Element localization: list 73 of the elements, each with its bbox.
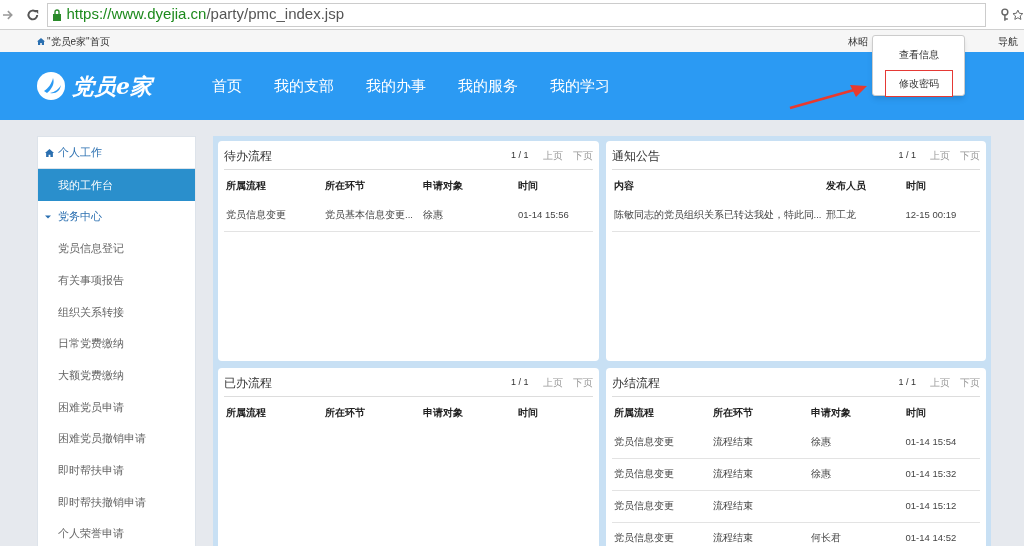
sidebar-section-title[interactable]: 个人工作 xyxy=(58,144,102,161)
table-cell-text: 徐惠 xyxy=(422,208,444,223)
table-cell-text: 徐惠 xyxy=(809,435,832,450)
column-header: 所在环节 xyxy=(324,405,366,420)
menu-item[interactable]: 查看信息 xyxy=(884,46,953,63)
column-header: 时间 xyxy=(904,405,927,420)
table-cell-text: 陈敏同志的党员组织关系已转达我处，特此同... xyxy=(612,208,823,223)
home-icon xyxy=(37,37,45,45)
sidebar-item[interactable]: 日常党费缴纳 xyxy=(38,327,195,360)
table-cell-text: 01-14 15:32 xyxy=(904,467,958,482)
sidebar-item[interactable]: 有关事项报告 xyxy=(38,264,195,297)
address-field[interactable]: https://www.dyejia.cn/party/pmc_index.jsp xyxy=(47,2,986,27)
table-cell-text: 何长君 xyxy=(809,531,842,546)
table-cell-text: 流程结束 xyxy=(711,435,754,450)
sidebar-item[interactable]: 党员信息登记 xyxy=(38,232,195,265)
column-header: 所在环节 xyxy=(324,178,366,193)
page-count: 1 / 1 xyxy=(511,375,529,389)
table-cell-text: 党员信息变更 xyxy=(612,499,675,514)
page-count: 1 / 1 xyxy=(898,148,916,162)
sidebar-item[interactable]: 我的工作台 xyxy=(38,169,195,201)
sidebar-item[interactable]: 组织关系转接 xyxy=(38,296,195,328)
table-cell-text: 01-14 15:12 xyxy=(904,499,958,514)
column-header: 时间 xyxy=(517,178,539,193)
page-count: 1 / 1 xyxy=(511,148,529,162)
sidebar-item[interactable]: 个人荣誉申请 xyxy=(38,517,195,546)
key-icon[interactable] xyxy=(999,7,1010,22)
table-cell-text: 01-14 14:52 xyxy=(904,531,958,546)
table-cell-text: 徐惠 xyxy=(809,467,832,482)
column-header: 所属流程 xyxy=(225,405,267,420)
panel-title: 已办流程 xyxy=(224,374,272,392)
page-count: 1 / 1 xyxy=(898,375,916,389)
table-cell-text: 12-15 00:19 xyxy=(904,208,958,223)
logo-icon xyxy=(36,71,66,101)
table-cell-text: 流程结束 xyxy=(711,499,754,514)
table-cell-text: 党员信息变更 xyxy=(612,467,675,482)
column-header: 内容 xyxy=(612,178,635,193)
forward-icon[interactable] xyxy=(2,8,14,21)
column-header: 申请对象 xyxy=(809,405,852,420)
column-header: 申请对象 xyxy=(422,405,464,420)
lock-icon xyxy=(52,8,63,21)
sidebar-section-title[interactable]: 党务中心 xyxy=(58,208,102,225)
panel-title: 办结流程 xyxy=(611,374,660,392)
table-cell-text: 党员信息变更 xyxy=(225,208,287,223)
url-text: https://www.dyejia.cn/party/pmc_index.jsp xyxy=(66,4,345,25)
sidebar-item[interactable]: 即时帮扶申请 xyxy=(38,454,195,487)
panel-title: 通知公告 xyxy=(611,147,660,165)
breadcrumb-link[interactable]: "党员e家"首页 xyxy=(47,33,110,49)
reload-icon[interactable] xyxy=(25,7,40,22)
sidebar-item[interactable]: 大额党费缴纳 xyxy=(38,359,195,392)
table-cell-text: 01-14 15:56 xyxy=(517,208,570,223)
table-cell-text: 党员信息变更 xyxy=(612,531,675,546)
column-header: 所属流程 xyxy=(225,178,267,193)
column-header: 所属流程 xyxy=(612,405,655,420)
table-cell-text: 流程结束 xyxy=(711,531,754,546)
column-header: 所在环节 xyxy=(711,405,754,420)
star-icon[interactable] xyxy=(1012,8,1024,21)
home-icon xyxy=(45,148,54,157)
sidebar-item[interactable]: 困难党员申请 xyxy=(38,391,195,423)
panel-title: 待办流程 xyxy=(224,147,272,165)
sidebar-item[interactable]: 困难党员撤销申请 xyxy=(38,422,195,455)
column-header: 申请对象 xyxy=(422,178,464,193)
column-header: 时间 xyxy=(517,405,539,420)
table-cell-text: 流程结束 xyxy=(711,467,754,482)
column-header: 时间 xyxy=(904,178,927,193)
navigation-link[interactable]: 导航 xyxy=(998,33,1018,49)
table-cell-text: 01-14 15:54 xyxy=(904,435,958,450)
table-cell-text: 邢工龙 xyxy=(824,208,857,223)
menu-item[interactable]: 修改密码 xyxy=(884,70,953,97)
table-cell-text: 党员基本信息变更... xyxy=(324,208,414,223)
column-header: 发布人员 xyxy=(824,178,867,193)
user-name-link[interactable]: 林昭 xyxy=(848,33,868,49)
table-cell-text: 党员信息变更 xyxy=(612,435,675,450)
sidebar-item[interactable]: 即时帮扶撤销申请 xyxy=(38,486,195,518)
